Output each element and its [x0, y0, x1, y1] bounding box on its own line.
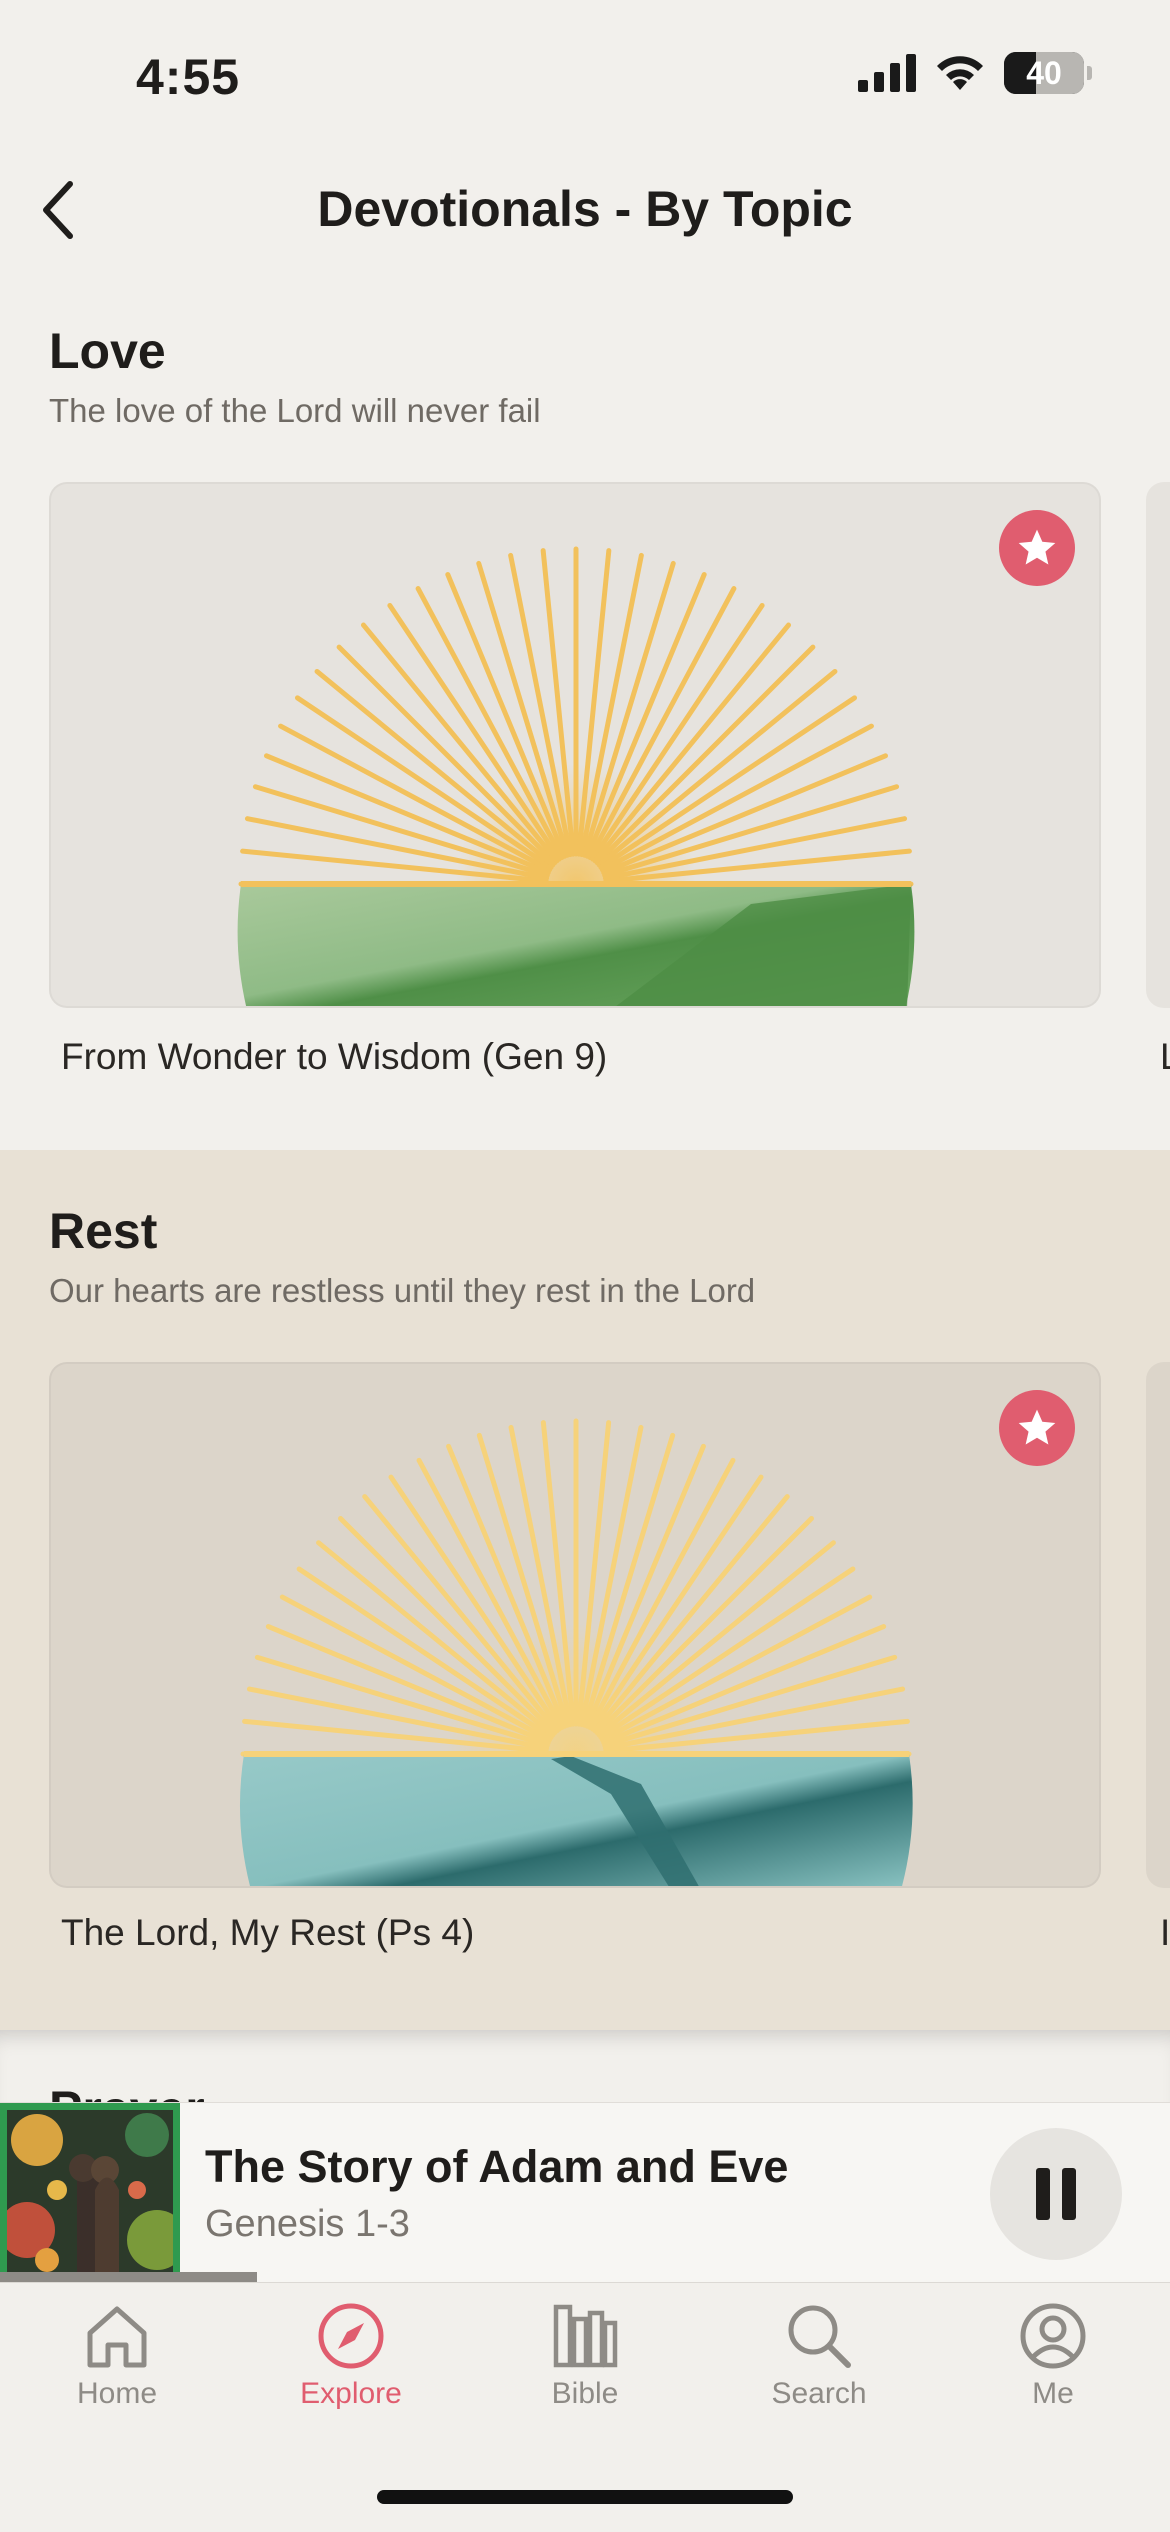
tab-label: Explore	[300, 2377, 402, 2410]
compass-icon	[318, 2303, 384, 2369]
next-card-label: I	[1160, 1912, 1170, 1953]
status-time: 4:55	[136, 49, 241, 105]
featured-star-badge	[999, 510, 1075, 586]
tab-search[interactable]: Search	[702, 2301, 936, 2441]
now-playing-artwork[interactable]	[0, 2103, 180, 2283]
sunrise-illustration	[237, 546, 915, 1006]
devotional-card[interactable]	[49, 482, 1101, 1008]
page-title: Devotionals - By Topic	[317, 181, 853, 237]
tab-label: Home	[76, 2377, 158, 2410]
section-title: Rest	[49, 1203, 158, 1259]
next-card-label: L	[1160, 1036, 1170, 1078]
section-love: Love The love of the Lord will never fai…	[0, 300, 1170, 1150]
tab-bible[interactable]: Bible	[468, 2301, 702, 2441]
now-playing-bar[interactable]: The Story of Adam and Eve Genesis 1-3	[0, 2102, 1170, 2283]
tab-label: Search	[771, 2377, 867, 2410]
section-subtitle: Our hearts are restless until they rest …	[49, 1272, 756, 1309]
card-label: The Lord, My Rest (Ps 4)	[61, 1912, 475, 1953]
status-bar: 4:55 40	[0, 0, 1170, 150]
wifi-icon	[937, 56, 983, 90]
section-title: Love	[49, 323, 166, 379]
status-icons: 40	[858, 52, 1092, 94]
home-indicator	[377, 2490, 793, 2504]
devotional-card[interactable]	[49, 1362, 1101, 1888]
house-icon	[87, 2306, 147, 2368]
now-playing-title: The Story of Adam and Eve	[205, 2141, 789, 2192]
section-rest: Rest Our hearts are restless until they …	[0, 1150, 1170, 2030]
card-label: From Wonder to Wisdom (Gen 9)	[61, 1036, 608, 1077]
star-icon	[1018, 1409, 1056, 1445]
battery-level: 40	[1026, 54, 1062, 91]
pause-button[interactable]	[990, 2128, 1122, 2260]
tab-home[interactable]: Home	[0, 2301, 234, 2441]
playback-progress-fill	[0, 2272, 258, 2282]
magnifier-icon	[788, 2305, 851, 2368]
playback-progress-track	[0, 2272, 1170, 2282]
cellular-signal-icon	[858, 54, 916, 92]
nav-header: Devotionals - By Topic	[0, 160, 1170, 260]
next-card-peek[interactable]	[1146, 1362, 1170, 1888]
tab-explore[interactable]: Explore	[234, 2301, 468, 2441]
person-circle-icon	[1020, 2303, 1086, 2369]
sunrise-illustration	[240, 1418, 913, 1886]
star-icon	[1018, 529, 1056, 565]
battery-icon: 40	[1004, 52, 1084, 94]
tab-label: Bible	[551, 2377, 619, 2410]
sun-ray	[360, 622, 560, 864]
pause-icon	[1036, 2168, 1076, 2220]
next-card-peek[interactable]	[1146, 482, 1170, 1008]
sun-ray	[592, 622, 792, 864]
adam-and-eve-artwork	[7, 2110, 173, 2276]
books-icon	[553, 2304, 618, 2368]
tab-me[interactable]: Me	[936, 2301, 1170, 2441]
sun-ray	[314, 668, 556, 868]
sun-ray	[596, 668, 838, 868]
section-subtitle: The love of the Lord will never fail	[49, 392, 541, 429]
tab-label: Me	[1032, 2377, 1074, 2410]
now-playing-subtitle: Genesis 1-3	[205, 2203, 410, 2245]
featured-star-badge	[999, 1390, 1075, 1466]
